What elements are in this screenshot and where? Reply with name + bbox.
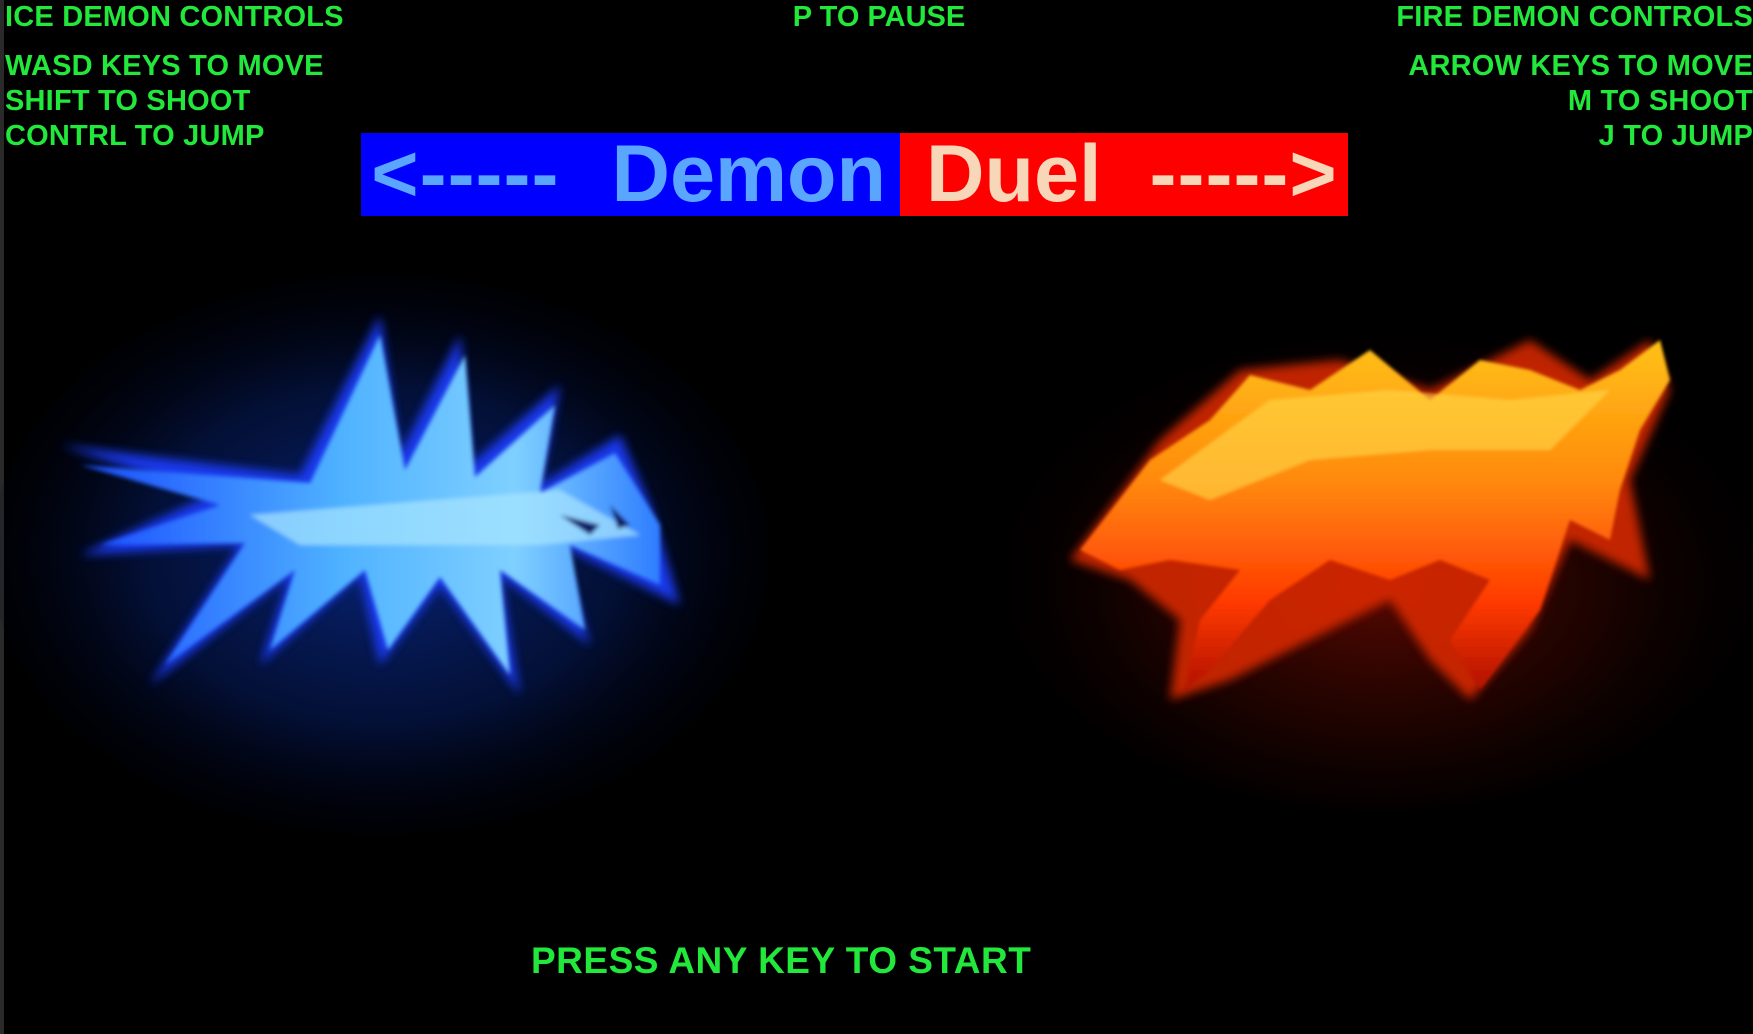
fire-control-shoot: M TO SHOOT: [1567, 85, 1753, 117]
fire-demon-art: [1010, 310, 1753, 810]
left-arrow: <-----: [371, 133, 560, 216]
title-word-demon: Demon: [611, 133, 886, 216]
game-title-screen[interactable]: ICE DEMON CONTROLS WASD KEYS TO MOVE SHI…: [0, 0, 1753, 1034]
banner-ice-side: <----- Demon: [361, 133, 900, 216]
ice-control-jump: CONTRL TO JUMP: [5, 120, 265, 152]
ice-control-shoot: SHIFT TO SHOOT: [5, 85, 251, 117]
title-word-duel: Duel: [926, 133, 1102, 216]
fire-control-jump: J TO JUMP: [1598, 120, 1753, 152]
ice-demon-art: [0, 275, 770, 835]
title-banner: <----- Demon Duel ----->: [361, 133, 1348, 216]
fire-control-move: ARROW KEYS TO MOVE: [1408, 50, 1753, 82]
ice-control-move: WASD KEYS TO MOVE: [5, 50, 324, 82]
banner-fire-side: Duel ----->: [900, 133, 1348, 216]
right-arrow: ----->: [1149, 133, 1338, 216]
start-prompt: PRESS ANY KEY TO START: [531, 940, 1032, 981]
fire-controls-heading: FIRE DEMON CONTROLS: [1396, 1, 1753, 33]
fire-demon-controls: FIRE DEMON CONTROLS ARROW KEYS TO MOVE M…: [1396, 0, 1753, 154]
